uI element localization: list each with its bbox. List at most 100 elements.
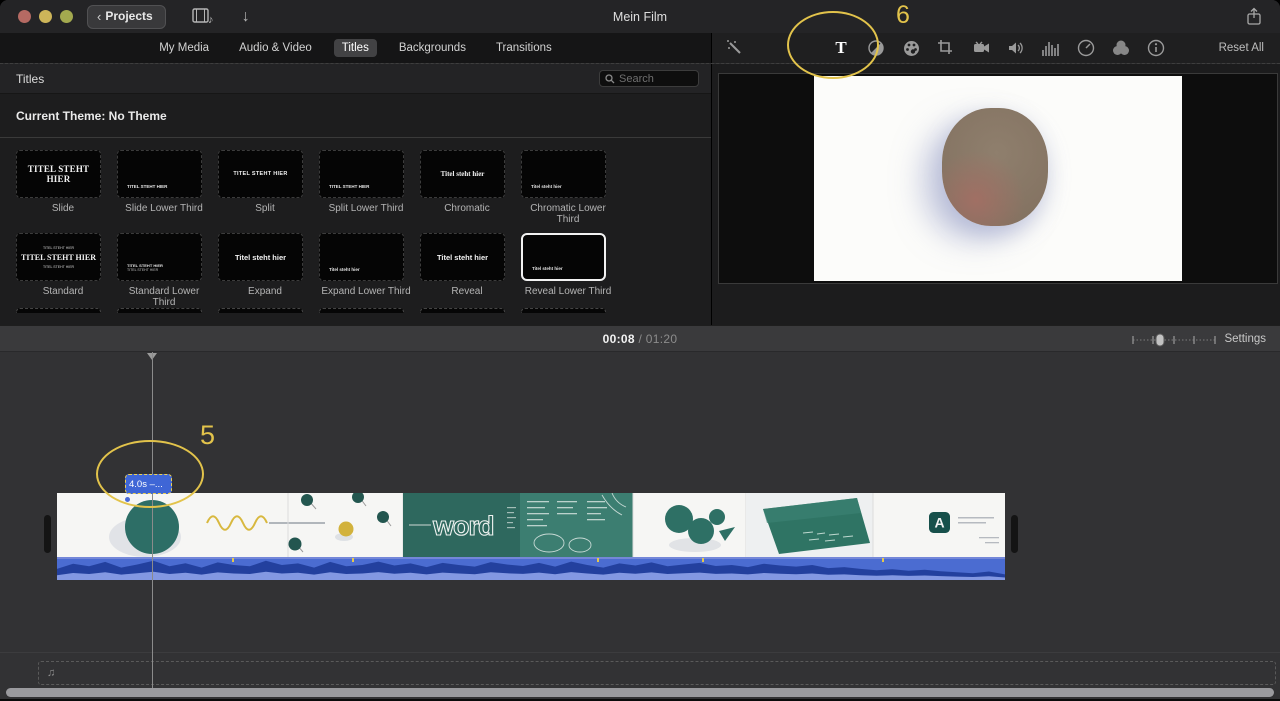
- title-template-chromatic-lower-third[interactable]: Titel steht hierChromatic Lower Third: [521, 150, 622, 225]
- info-icon[interactable]: [1145, 37, 1167, 59]
- title-template-label: Slide Lower Third: [117, 203, 211, 214]
- title-template-standard[interactable]: TITEL STEHT HIERTITEL STEHT HIERTITEL ST…: [16, 233, 117, 308]
- search-icon: [605, 74, 615, 84]
- middle-region: Titles Current Theme: No Theme TITEL STE…: [0, 64, 1280, 325]
- title-thumbnail[interactable]: TITEL STEHT HIER: [218, 150, 303, 198]
- clip-trim-handle-left[interactable]: [44, 515, 51, 553]
- tab-transitions[interactable]: Transitions: [488, 39, 560, 57]
- title-thumbnail[interactable]: Titel steht hier: [319, 233, 404, 281]
- tab-titles[interactable]: Titles: [334, 39, 377, 57]
- title-thumbnail-partial: [319, 308, 404, 313]
- share-icon[interactable]: [1246, 7, 1262, 31]
- speed-icon[interactable]: [1075, 37, 1097, 59]
- thumb-preview-text: TITEL STEHT HIER: [127, 184, 167, 189]
- title-thumbnail-partial: [117, 308, 202, 313]
- volume-icon[interactable]: [1005, 37, 1027, 59]
- title-thumbnail[interactable]: Titel steht hier: [420, 150, 505, 198]
- title-template-expand-lower-third[interactable]: Titel steht hier Expand Lower Third: [319, 233, 420, 308]
- background-music-well[interactable]: ♫: [38, 661, 1276, 685]
- title-template-standard-lower-third[interactable]: TITEL STEHT HIERTITEL STEHT HIER Standard…: [117, 233, 218, 308]
- tab-my-media[interactable]: My Media: [151, 39, 217, 57]
- video-frame: [814, 76, 1182, 281]
- title-template-label: Split: [218, 203, 312, 214]
- title-template-label: Standard Lower Third: [117, 286, 211, 308]
- clip-filter-icon[interactable]: [1110, 37, 1132, 59]
- timeline-zoom-slider[interactable]: [1132, 333, 1216, 352]
- titles-browser-panel: Titles Current Theme: No Theme TITEL STE…: [0, 64, 712, 325]
- tab-audio-video[interactable]: Audio & Video: [231, 39, 320, 57]
- title-settings-icon[interactable]: T: [830, 37, 852, 59]
- video-preview: [718, 73, 1278, 284]
- top-row: My Media Audio & Video Titles Backgrounds Tr…: [0, 33, 1280, 64]
- thumb-preview-text: TITEL STEHT HIERTITEL STEHT HIER: [127, 263, 163, 272]
- titlebar: ‹ Projects ♪ ↓ Mein Film: [0, 0, 1280, 33]
- thumb-preview-text: Titel steht hier: [421, 234, 504, 280]
- search-field[interactable]: [599, 70, 699, 87]
- annotation-number-5: 5: [200, 420, 215, 451]
- color-correction-icon[interactable]: [900, 37, 922, 59]
- thumb-preview-text: TITEL STEHT HIER: [17, 151, 100, 197]
- imovie-window: ‹ Projects ♪ ↓ Mein Film My Media Audio &…: [0, 0, 1280, 701]
- thumb-preview-text: Titel steht hier: [421, 151, 504, 197]
- title-thumbnail-partial: [420, 308, 505, 313]
- current-theme-row: Current Theme: No Theme: [0, 94, 711, 138]
- playhead[interactable]: [152, 352, 153, 688]
- viewer-pane: [712, 64, 1280, 325]
- stabilization-icon[interactable]: [970, 37, 992, 59]
- title-thumbnail-partial: [521, 308, 606, 313]
- thumb-preview-text: Titel steht hier: [219, 234, 302, 280]
- color-balance-icon[interactable]: [865, 37, 887, 59]
- title-thumbnail[interactable]: TITEL STEHT HIERTITEL STEHT HIERTITEL ST…: [16, 233, 101, 281]
- window-title: Mein Film: [0, 10, 1280, 24]
- title-template-chromatic[interactable]: Titel steht hier Chromatic: [420, 150, 521, 225]
- title-clip-drag-tooltip[interactable]: 4.0s –...: [125, 474, 172, 494]
- panel-title: Titles: [16, 72, 44, 86]
- title-template-label: Slide: [16, 203, 110, 214]
- title-template-reveal[interactable]: Titel steht hierReveal: [420, 233, 521, 308]
- horizontal-scrollbar[interactable]: [6, 688, 1274, 697]
- video-clip[interactable]: word: [57, 493, 1005, 580]
- transport-bar: 00:08 / 01:20 Settings: [0, 325, 1280, 352]
- noise-reduction-icon[interactable]: [1040, 37, 1062, 59]
- title-template-expand[interactable]: Titel steht hier Expand: [218, 233, 319, 308]
- thumb-preview-text: TITEL STEHT HIERTITEL STEHT HIERTITEL ST…: [17, 234, 100, 280]
- magic-wand-icon[interactable]: [724, 37, 746, 59]
- title-template-label: Chromatic: [420, 203, 514, 214]
- timeline[interactable]: word: [0, 352, 1280, 701]
- zoom-slider-thumb: [1156, 334, 1164, 346]
- title-clip-anchor-dot: [125, 497, 130, 502]
- title-thumbnail-selected[interactable]: Titel steht hier: [521, 233, 606, 281]
- title-thumbnail[interactable]: TITEL STEHT HIER: [117, 150, 202, 198]
- title-template-label: Reveal Lower Third: [521, 286, 615, 297]
- total-time: 01:20: [646, 332, 678, 346]
- title-thumbnail[interactable]: Titel steht hier: [521, 150, 606, 198]
- title-template-label: Expand: [218, 286, 312, 297]
- reset-all-button[interactable]: Reset All: [1219, 42, 1264, 54]
- title-template-slide[interactable]: TITEL STEHT HIER Slide: [16, 150, 117, 225]
- settings-button[interactable]: Settings: [1224, 333, 1266, 345]
- crop-icon[interactable]: [935, 37, 957, 59]
- titles-grid-next-row: [0, 308, 711, 313]
- thumb-preview-text: Titel steht hier: [531, 184, 562, 189]
- time-separator: /: [639, 332, 646, 346]
- current-theme-label: Current Theme: No Theme: [16, 109, 167, 123]
- title-thumbnail[interactable]: TITEL STEHT HIER: [319, 150, 404, 198]
- clip-trim-handle-right[interactable]: [1011, 515, 1018, 553]
- tab-backgrounds[interactable]: Backgrounds: [391, 39, 474, 57]
- title-thumbnail[interactable]: TITEL STEHT HIERTITEL STEHT HIER: [117, 233, 202, 281]
- title-template-slide-lower-third[interactable]: TITEL STEHT HIER Slide Lower Third: [117, 150, 218, 225]
- title-template-label: Split Lower Third: [319, 203, 413, 214]
- title-template-label: Expand Lower Third: [319, 286, 413, 297]
- preview-blob-graphic: [942, 108, 1048, 226]
- search-input[interactable]: [619, 73, 691, 85]
- title-template-label: Standard: [16, 286, 110, 297]
- title-thumbnail[interactable]: TITEL STEHT HIER: [16, 150, 101, 198]
- title-thumbnail-partial: [218, 308, 303, 313]
- viewer-adjust-toolbar: T Reset All: [712, 33, 1280, 63]
- title-template-reveal-lower-third[interactable]: Titel steht hier Reveal Lower Third: [521, 233, 622, 308]
- title-thumbnail[interactable]: Titel steht hier: [420, 233, 505, 281]
- title-template-split-lower-third[interactable]: TITEL STEHT HIER Split Lower Third: [319, 150, 420, 225]
- current-time: 00:08: [603, 332, 635, 346]
- title-template-split[interactable]: TITEL STEHT HIER Split: [218, 150, 319, 225]
- title-thumbnail[interactable]: Titel steht hier: [218, 233, 303, 281]
